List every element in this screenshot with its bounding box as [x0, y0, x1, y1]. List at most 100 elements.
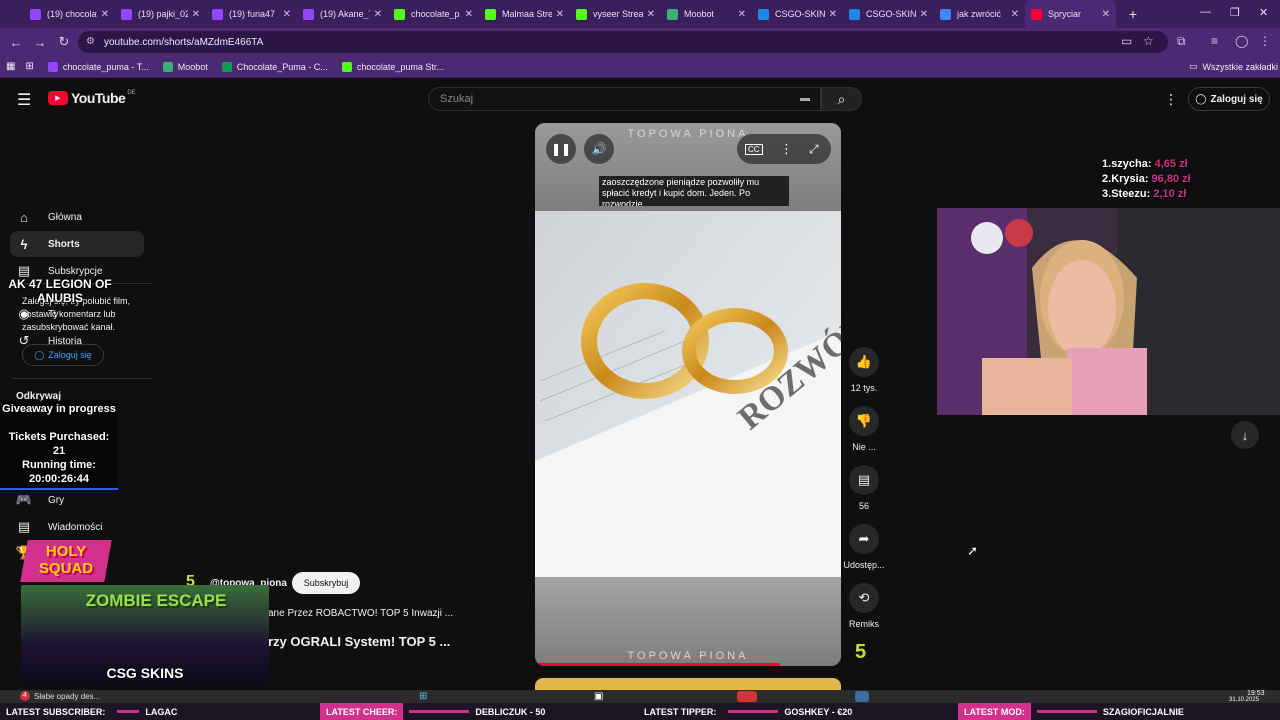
back-icon[interactable]: ← — [4, 35, 28, 50]
bookmark-star-icon[interactable]: ☆ — [1143, 34, 1154, 48]
tab-title: jak zwrócić — [957, 9, 1002, 19]
browser-tab[interactable]: jak zwrócić ✕ — [934, 0, 1025, 28]
browser-tab[interactable]: (19) pajki_02 ✕ — [115, 0, 206, 28]
stream-ticker: LATEST SUBSCRIBER: LAGAC LATEST CHEER: D… — [0, 703, 1280, 720]
sidebar-item-gry[interactable]: 🎮 Gry — [10, 487, 144, 513]
player-controls-group: CC ⋮ ⤢ — [737, 134, 831, 164]
sidebar-signin-button[interactable]: ◯ Zaloguj się — [22, 344, 104, 366]
browser-tab[interactable]: (19) Akane_T ✕ — [297, 0, 388, 28]
close-tab-icon[interactable]: ✕ — [920, 9, 928, 20]
browser-tab[interactable]: vyseer Strea ✕ — [570, 0, 661, 28]
news-icon: ▤ — [17, 519, 31, 534]
leaderboard-row: 2.Krysia: 96,80 zł — [1102, 173, 1191, 185]
fullscreen-icon[interactable]: ⤢ — [809, 142, 819, 157]
share-button[interactable]: ➦ Udostęp... — [843, 524, 885, 570]
close-tab-icon[interactable]: ✕ — [101, 9, 109, 20]
taskbar-app-blue[interactable] — [855, 691, 869, 702]
search-button[interactable]: ⌕ — [821, 87, 862, 111]
browser-tab[interactable]: Spryciar ✕ — [1025, 0, 1116, 28]
volume-button[interactable]: 🔊 — [584, 134, 614, 164]
youtube-logo[interactable]: ▶ YouTube DE — [48, 90, 136, 106]
more-icon[interactable]: ⋮ — [780, 141, 793, 157]
bookmark-item[interactable]: chocolate_puma Str... — [341, 61, 444, 72]
gaming-icon: 🎮 — [15, 492, 33, 507]
comments-button[interactable]: ▤ 56 — [843, 465, 885, 511]
tab-favicon-icon — [940, 8, 951, 20]
close-tab-icon[interactable]: ✕ — [647, 9, 655, 20]
close-tab-icon[interactable]: ✕ — [829, 9, 837, 20]
extensions-icon[interactable]: ⧉ — [1177, 34, 1186, 49]
captions-icon[interactable]: CC — [745, 143, 763, 155]
browser-tab[interactable]: (19) chocolate ✕ — [24, 0, 115, 28]
new-tab-button[interactable]: + — [1122, 6, 1144, 22]
forward-icon[interactable]: → — [28, 35, 52, 50]
browser-tab[interactable]: CSGO-SKIN ✕ — [843, 0, 934, 28]
like-button[interactable]: 👍 12 tys. — [843, 347, 885, 393]
apps-icon[interactable]: ▦ — [6, 61, 15, 72]
sidebar-item-główna[interactable]: ⌂ Główna — [10, 204, 144, 230]
task-view-icon[interactable]: ▣ — [594, 691, 603, 702]
browser-tab[interactable]: Moobot ✕ — [661, 0, 752, 28]
related-title-1[interactable]: ane Przez ROBACTWO! TOP 5 Inwazji ... — [268, 608, 453, 619]
thumbs-down-icon: 👎 — [849, 406, 879, 436]
close-window-icon[interactable]: ✕ — [1259, 6, 1268, 19]
sidebar-item-shorts[interactable]: ϟ Shorts — [10, 231, 144, 257]
tab-favicon-icon — [849, 8, 860, 20]
tickets-label: Tickets Purchased: — [8, 431, 110, 443]
pause-button[interactable]: ❚❚ — [546, 134, 576, 164]
close-tab-icon[interactable]: ✕ — [738, 9, 746, 20]
sidebar-item-label: Shorts — [48, 238, 80, 250]
site-info-icon[interactable]: ⚙ — [86, 36, 95, 47]
grid-icon[interactable]: ⊞ — [25, 61, 33, 72]
bookmark-item[interactable]: Moobot — [162, 61, 208, 72]
browser-tab[interactable]: Malmaa Stre ✕ — [479, 0, 570, 28]
profile-icon[interactable]: ◯ — [1235, 34, 1248, 48]
media-control-icon[interactable]: ≡ — [1211, 34, 1218, 48]
browser-tab[interactable]: (19) furia47 ✕ — [206, 0, 297, 28]
bookmark-item[interactable]: Chocolate_Puma - C... — [221, 61, 328, 72]
search-input[interactable]: Szukaj — [428, 87, 821, 111]
subscribe-button[interactable]: Subskrybuj — [292, 572, 360, 594]
reload-icon[interactable]: ↻ — [52, 34, 76, 50]
taskbar-app-red[interactable] — [737, 691, 757, 702]
related-title-2[interactable]: rzy OGRALI System! TOP 5 ... — [268, 634, 450, 649]
streamer-webcam — [937, 208, 1280, 415]
tab-favicon-icon — [394, 8, 405, 20]
sidebar-item-wiadomosci[interactable]: ▤ Wiadomości — [10, 514, 144, 540]
close-tab-icon[interactable]: ✕ — [283, 9, 291, 20]
clock-time[interactable]: 19:53 — [1247, 690, 1265, 697]
sidebar-item-label: Główna — [48, 211, 82, 223]
dislike-button[interactable]: 👎 Nie ... — [843, 406, 885, 452]
start-icon[interactable]: ⊞ — [419, 691, 427, 702]
browser-tab[interactable]: chocolate_p ✕ — [388, 0, 479, 28]
short-video-player[interactable]: TOPOWA PIONA zaoszczędzone pieniądze poz… — [535, 123, 841, 666]
hamburger-menu-icon[interactable]: ☰ — [17, 90, 31, 110]
settings-menu-icon[interactable]: ⋮ — [1164, 91, 1178, 108]
all-bookmarks[interactable]: ▭ Wszystkie zakładki — [1189, 61, 1278, 72]
minimize-icon[interactable]: — — [1200, 6, 1211, 18]
close-tab-icon[interactable]: ✕ — [1102, 9, 1110, 20]
tab-title: chocolate_p — [411, 9, 460, 19]
video-progress-bar[interactable] — [535, 663, 780, 666]
bookmark-item[interactable]: chocolate_puma - T... — [47, 61, 149, 72]
next-short-preview[interactable] — [535, 678, 841, 690]
weather-widget[interactable]: Słabe opady des... — [34, 692, 100, 701]
keyboard-icon[interactable]: ▬ — [800, 93, 810, 104]
close-tab-icon[interactable]: ✕ — [192, 9, 200, 20]
url-field[interactable]: ⚙ youtube.com/shorts/aMZdmE466TA — [78, 31, 1168, 53]
channel-thumbnail[interactable]: 5 — [855, 641, 866, 664]
menu-icon[interactable]: ⋮ — [1259, 34, 1271, 48]
close-tab-icon[interactable]: ✕ — [1011, 9, 1019, 20]
next-short-button[interactable]: ↓ — [1231, 421, 1259, 449]
browser-tab[interactable]: CSGO-SKIN ✕ — [752, 0, 843, 28]
close-tab-icon[interactable]: ✕ — [465, 9, 473, 20]
zombie-escape-text: ZOMBIE ESCAPE — [85, 591, 227, 610]
remix-button[interactable]: ⟲ Remiks — [843, 583, 885, 629]
cast-icon[interactable]: ▭ — [1121, 34, 1132, 48]
maximize-icon[interactable]: ❐ — [1230, 6, 1240, 19]
close-tab-icon[interactable]: ✕ — [374, 9, 382, 20]
close-tab-icon[interactable]: ✕ — [556, 9, 564, 20]
browser-tab-strip: (19) chocolate✕(19) pajki_02✕(19) furia4… — [0, 0, 1280, 28]
signin-button[interactable]: ◯ Zaloguj się — [1188, 87, 1270, 111]
bookmark-favicon-icon — [341, 61, 352, 72]
